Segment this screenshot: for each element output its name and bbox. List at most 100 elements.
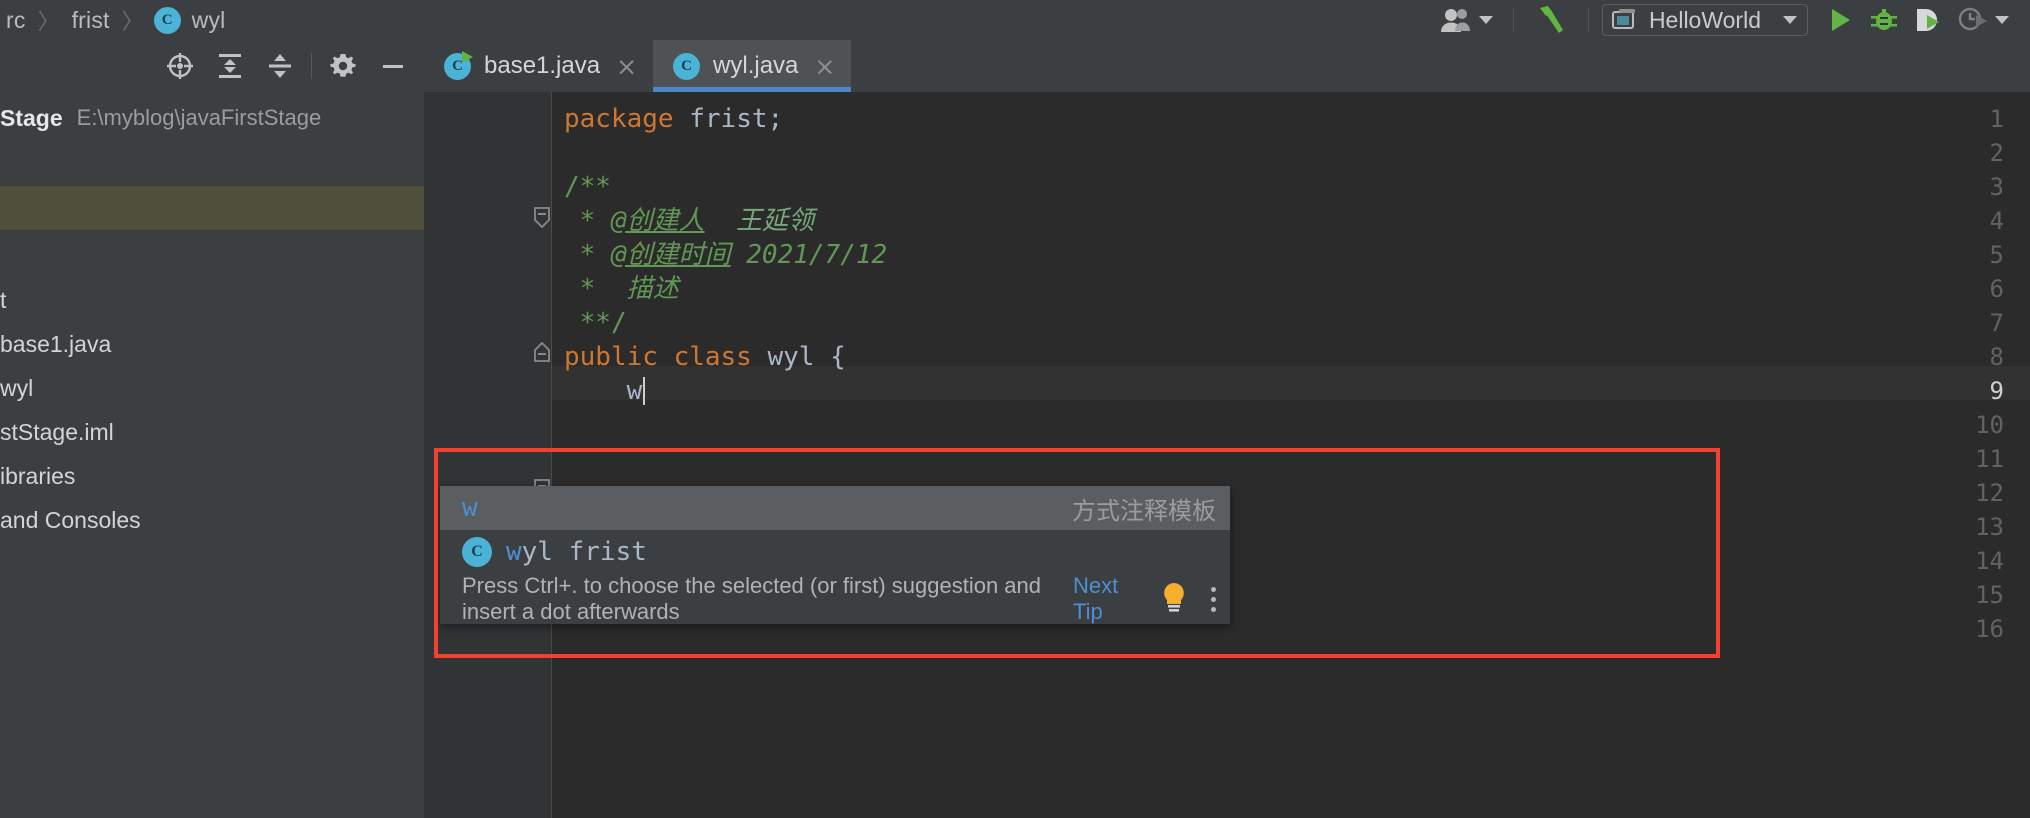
run-config-label: HelloWorld bbox=[1648, 6, 1761, 33]
top-toolbar: rc 〉 frist 〉 C wyl HelloWorld bbox=[0, 0, 2030, 40]
close-icon[interactable]: × bbox=[616, 54, 637, 79]
editor-tabs: C base1.java × C wyl.java × bbox=[424, 40, 2030, 92]
tree-item-label: stStage.iml bbox=[0, 418, 114, 445]
close-icon[interactable]: × bbox=[814, 54, 835, 79]
project-header: Stage E:\myblog\javaFirstStage bbox=[0, 92, 424, 144]
breadcrumb: rc 〉 frist 〉 C wyl bbox=[0, 0, 227, 40]
chevron-down-icon[interactable] bbox=[1783, 16, 1797, 24]
project-name: Stage bbox=[0, 104, 63, 131]
breadcrumb-item-frist[interactable]: frist bbox=[70, 7, 112, 34]
code-token: **/ bbox=[564, 308, 627, 338]
tree-row[interactable]: stStage.iml bbox=[0, 410, 424, 454]
code-token: wyl { bbox=[767, 342, 846, 372]
fold-marker-open-icon[interactable] bbox=[531, 204, 553, 230]
completion-item-description: 方式注释模板 bbox=[1072, 497, 1216, 525]
class-icon-letter: C bbox=[471, 543, 483, 560]
hint-text: Press Ctrl+. to choose the selected (or … bbox=[462, 573, 1042, 624]
java-class-icon: C bbox=[153, 6, 181, 34]
settings-gear-icon[interactable] bbox=[318, 40, 368, 92]
code-token: frist; bbox=[689, 104, 784, 134]
build-hammer-icon[interactable] bbox=[1527, 0, 1575, 40]
code-token: package bbox=[564, 104, 690, 134]
code-text[interactable]: package frist; /** * @创建人 王延领 * @创建时间 202… bbox=[552, 92, 2030, 818]
code-token: w bbox=[564, 376, 643, 406]
toolbar-divider bbox=[311, 53, 312, 79]
users-icon[interactable] bbox=[1432, 0, 1500, 40]
code-line[interactable]: * @创建人 王延领 bbox=[552, 204, 2030, 238]
editor-gutter[interactable] bbox=[424, 92, 552, 818]
code-line[interactable]: * @创建时间 2021/7/12 bbox=[552, 238, 2030, 272]
tree-row[interactable]: base1.java bbox=[0, 322, 424, 366]
code-line[interactable] bbox=[552, 136, 2030, 170]
ide-window: rc 〉 frist 〉 C wyl HelloWorld Stage E:\m… bbox=[0, 0, 2030, 818]
code-token: 2021/7/12 bbox=[730, 240, 888, 270]
completion-item-label: wyl frist bbox=[506, 537, 647, 567]
editor-area: C base1.java × C wyl.java × 1234567 8 9 … bbox=[424, 40, 2030, 818]
run-coverage-icon[interactable] bbox=[1906, 0, 1950, 40]
class-icon: C bbox=[462, 537, 492, 567]
code-token: 王延领 bbox=[735, 206, 814, 236]
toolbar-divider bbox=[1587, 7, 1589, 33]
tree-row[interactable] bbox=[0, 144, 424, 186]
tab-label: base1.java bbox=[484, 52, 601, 79]
tab-base1-java[interactable]: C base1.java × bbox=[424, 40, 653, 92]
code-line[interactable]: **/ bbox=[552, 306, 2030, 340]
code-line[interactable]: /** bbox=[552, 170, 2030, 204]
more-options-icon[interactable] bbox=[1211, 586, 1216, 612]
code-token: @创建人 bbox=[610, 206, 705, 236]
tab-label: wyl.java bbox=[713, 52, 799, 79]
lightbulb-icon[interactable] bbox=[1159, 581, 1189, 618]
profiler-icon[interactable] bbox=[1950, 0, 2016, 40]
collapse-all-icon[interactable] bbox=[255, 40, 305, 92]
code-line[interactable]: public class wyl { bbox=[552, 340, 2030, 374]
class-icon-letter: C bbox=[161, 11, 173, 28]
code-line[interactable] bbox=[552, 442, 2030, 476]
top-toolbar-actions: HelloWorld bbox=[1432, 0, 2030, 40]
code-token: public class bbox=[564, 342, 768, 372]
tree-row-selected[interactable] bbox=[0, 186, 424, 230]
code-editor[interactable]: 1 2 3 4 5 6 7 8 9 10 11 12 13 14 15 16 p… bbox=[424, 92, 2030, 818]
tree-item-label: base1.java bbox=[0, 330, 112, 357]
breadcrumb-item-wyl[interactable]: wyl bbox=[190, 7, 228, 34]
run-marker-icon bbox=[462, 51, 473, 63]
hide-panel-icon[interactable] bbox=[368, 40, 418, 92]
tab-wyl-java[interactable]: C wyl.java × bbox=[653, 40, 852, 92]
code-line[interactable]: * 描述 bbox=[552, 272, 2030, 306]
project-tool-window: Stage E:\myblog\javaFirstStage t base1.j… bbox=[0, 40, 424, 818]
code-line[interactable]: w bbox=[552, 374, 2030, 408]
completion-item-w[interactable]: w 方式注释模板 bbox=[440, 486, 1230, 530]
class-icon-letter: C bbox=[681, 58, 692, 74]
tree-row[interactable] bbox=[0, 230, 424, 278]
code-token: * bbox=[564, 274, 611, 304]
completion-item-wyl[interactable]: C wyl frist bbox=[440, 530, 1230, 574]
code-line[interactable]: package frist; bbox=[552, 102, 2030, 136]
breadcrumb-item-src[interactable]: rc bbox=[4, 7, 28, 34]
completion-popup[interactable]: w 方式注释模板 C wyl frist Press Ctrl+. to cho… bbox=[440, 486, 1230, 624]
text-caret bbox=[643, 377, 646, 405]
tree-item-label: ibraries bbox=[0, 462, 76, 489]
fold-marker-close-icon[interactable] bbox=[531, 340, 553, 366]
tree-row[interactable]: and Consoles bbox=[0, 498, 424, 542]
tree-row[interactable]: wyl bbox=[0, 366, 424, 410]
run-icon[interactable] bbox=[1818, 0, 1862, 40]
completion-hint-bar: Press Ctrl+. to choose the selected (or … bbox=[440, 573, 1230, 625]
tree-item-label: and Consoles bbox=[0, 506, 141, 533]
project-panel-toolbar bbox=[0, 40, 424, 92]
chevron-down-icon[interactable] bbox=[1478, 16, 1493, 24]
run-configuration-selector[interactable]: HelloWorld bbox=[1601, 4, 1808, 36]
java-class-run-icon: C bbox=[442, 51, 473, 81]
expand-all-icon[interactable] bbox=[205, 40, 255, 92]
project-tree[interactable]: t base1.java wyl stStage.iml ibraries an… bbox=[0, 144, 424, 818]
chevron-down-icon[interactable] bbox=[1995, 16, 2009, 24]
next-tip-link[interactable]: Next Tip bbox=[1073, 573, 1133, 625]
select-opened-file-icon[interactable] bbox=[155, 40, 205, 92]
java-class-icon: C bbox=[671, 51, 701, 81]
tree-row[interactable]: t bbox=[0, 278, 424, 322]
toolbar-divider bbox=[1512, 7, 1514, 33]
code-line[interactable] bbox=[552, 408, 2030, 442]
code-token: * bbox=[564, 240, 611, 270]
debug-icon[interactable] bbox=[1862, 0, 1906, 40]
tree-row[interactable]: ibraries bbox=[0, 454, 424, 498]
code-token: @创建时间 bbox=[610, 240, 731, 270]
